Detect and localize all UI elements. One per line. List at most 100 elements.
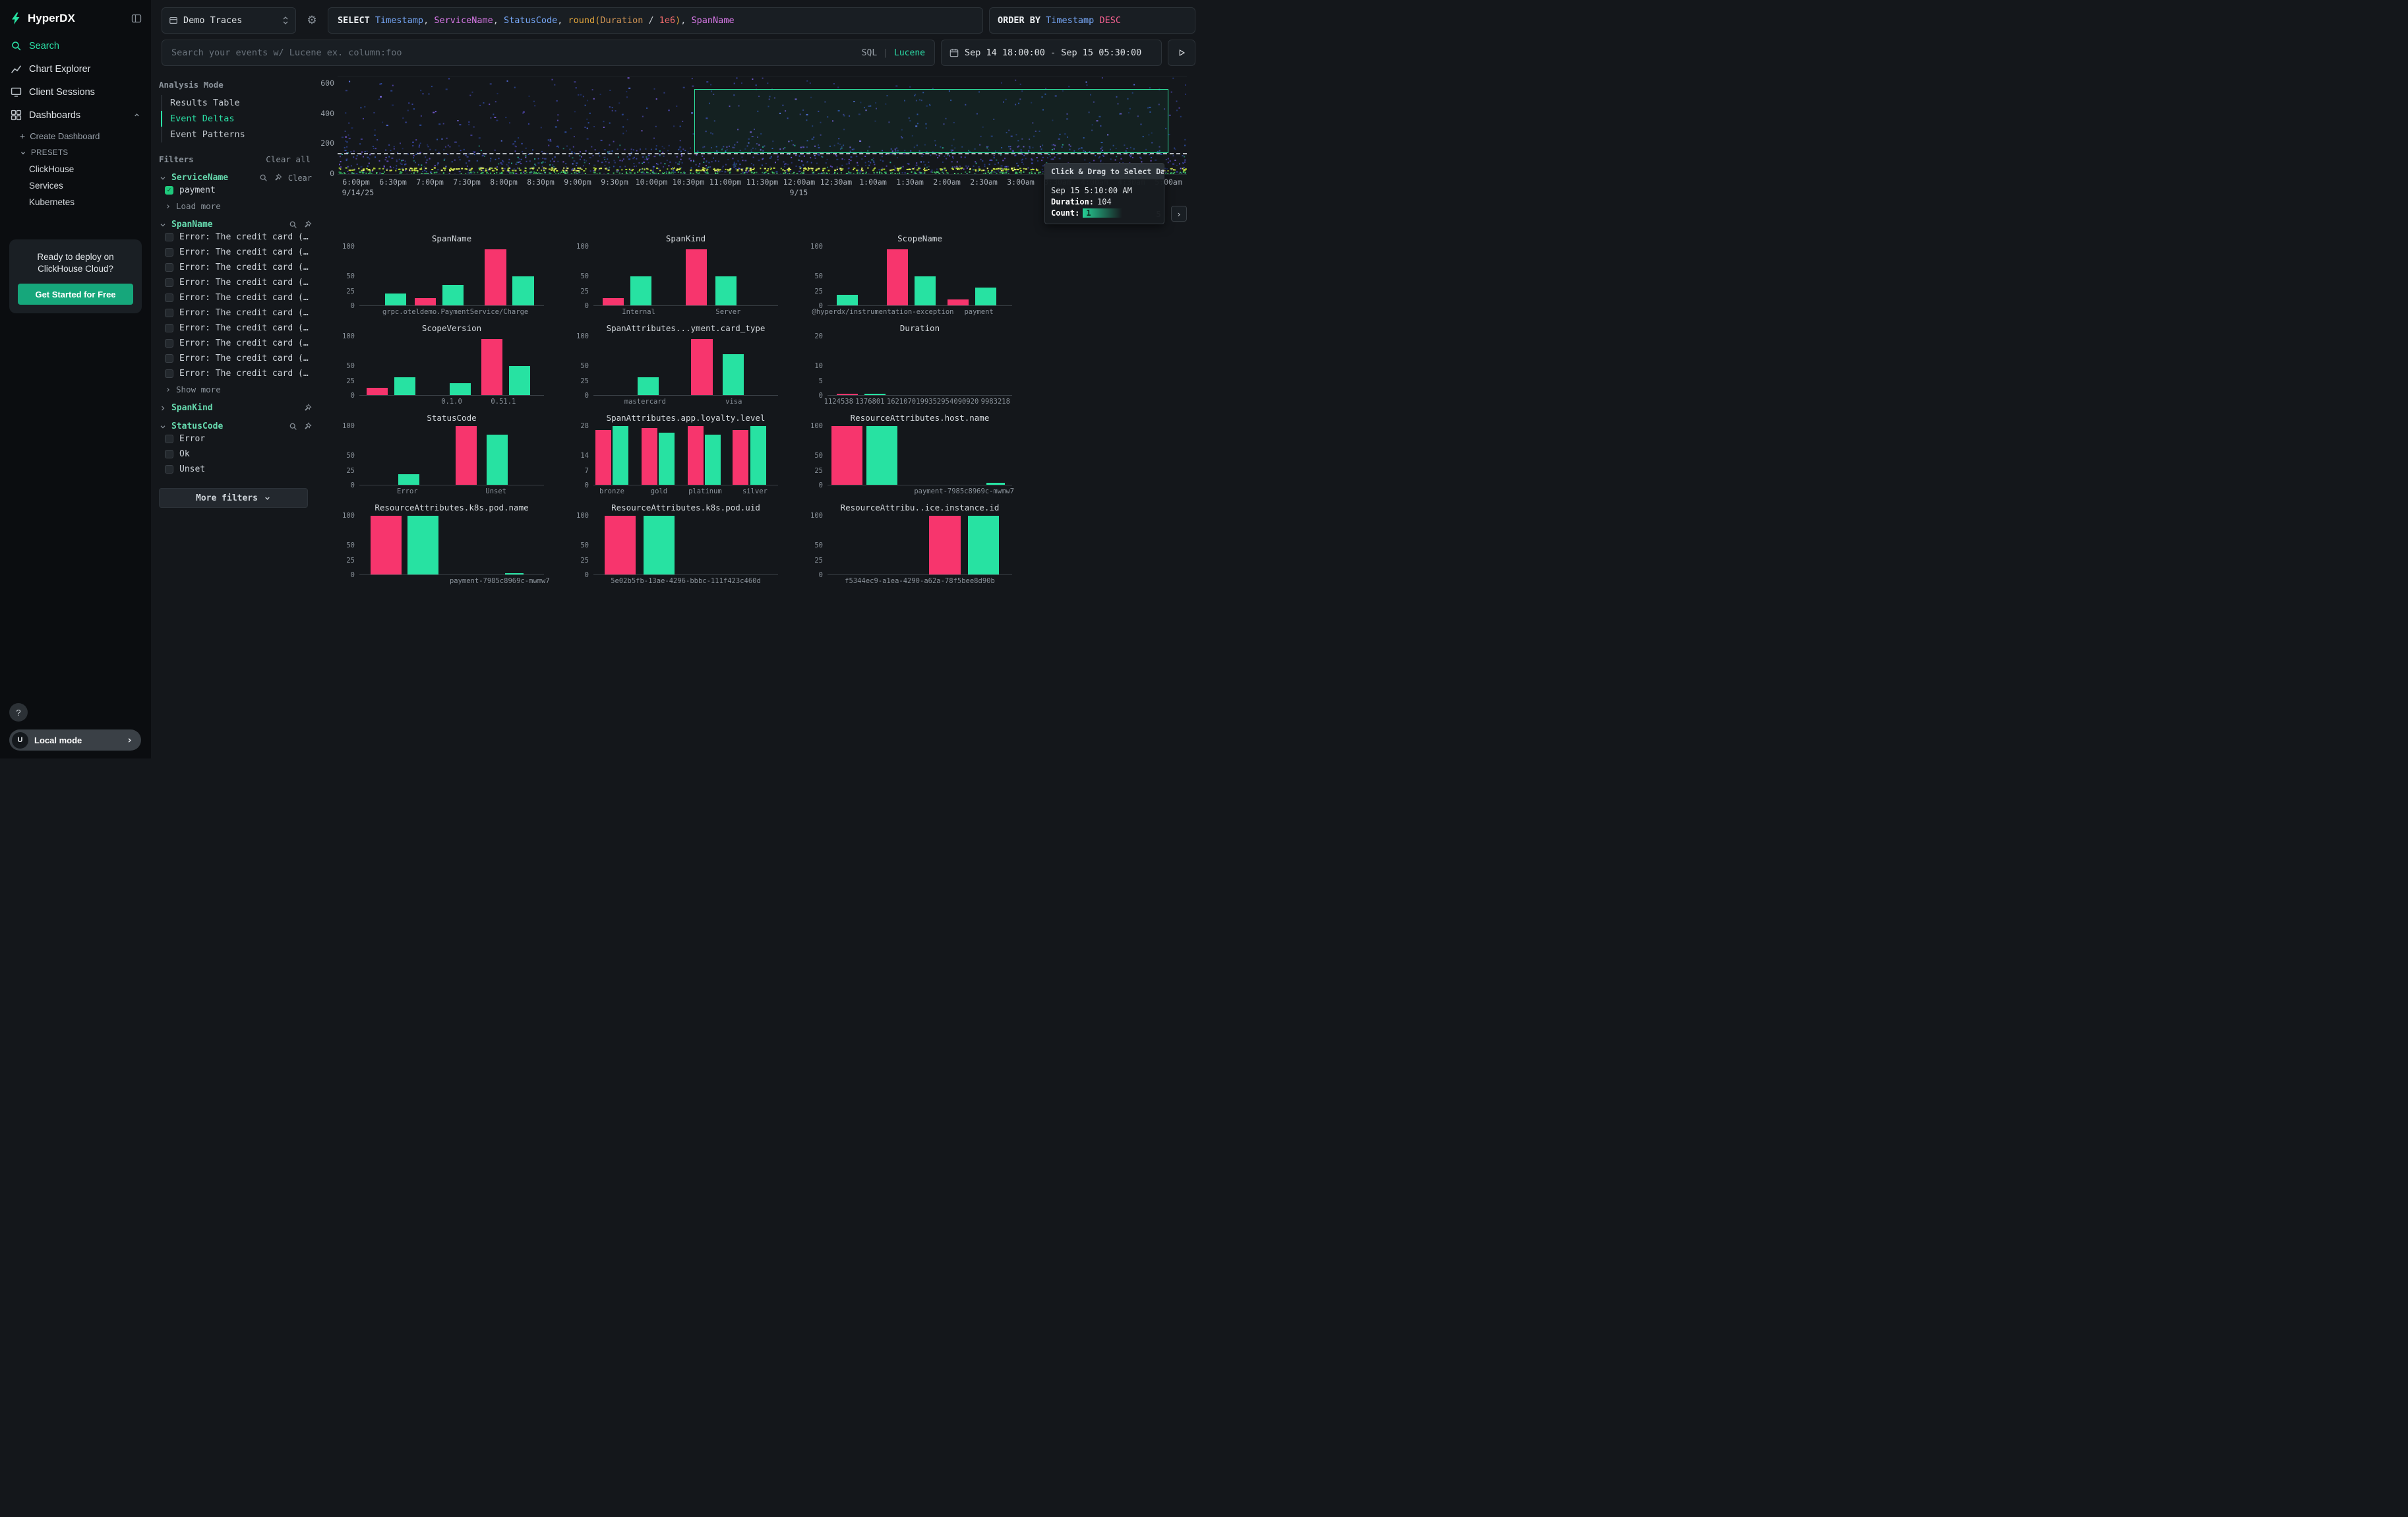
filter-checkbox-row[interactable]: Error: The credit card (… [159,275,312,290]
x-axis-tick-label: 1621070 [887,398,916,406]
checkbox[interactable] [165,263,173,272]
filter-group-header[interactable]: SpanKind [159,403,312,413]
load-more-link[interactable]: Load more [159,198,312,211]
gear-icon[interactable]: ⚙ [302,7,322,34]
filter-checkbox-row[interactable]: Error: The credit card (… [159,321,312,336]
checkbox[interactable] [165,233,173,241]
chevron-down-icon[interactable] [159,221,167,229]
mini-chart-plot[interactable]: payment-7985c8969c-mwmw7 [828,426,1012,485]
checkbox[interactable] [165,309,173,317]
local-mode-button[interactable]: U Local mode [9,729,141,751]
mini-chart-plot[interactable]: payment-7985c8969c-mwmw7 [359,516,544,575]
checkbox[interactable] [165,435,173,443]
pin-icon[interactable] [303,422,312,431]
filter-checkbox-row[interactable]: Error: The credit card (… [159,366,312,381]
sql-toggle[interactable]: SQL [862,48,877,58]
filter-group-header[interactable]: ServiceName Clear [159,173,312,183]
filter-checkbox-row[interactable]: Error: The credit card (… [159,245,312,260]
mini-chart-plot[interactable]: 0.1.00.51.1 [359,336,544,396]
load-more-link[interactable]: Show more [159,381,312,394]
get-started-button[interactable]: Get Started for Free [18,284,133,305]
search-icon[interactable] [289,422,297,431]
heatmap-plot[interactable] [338,76,1187,175]
mini-chart-body: 10050250f5344ec9-a1ea-4290-a62a-78f5bee8… [804,516,1012,575]
selection-box[interactable] [694,89,1168,153]
filter-checkbox-row[interactable]: Error: The credit card (… [159,336,312,351]
checkbox[interactable] [165,278,173,287]
clear-all-button[interactable]: Clear all [266,154,311,164]
order-by-editor[interactable]: ORDER BY Timestamp DESC [989,7,1195,34]
sidebar-item-services[interactable]: Services [0,177,151,194]
pin-icon[interactable] [274,173,282,182]
filter-checkbox-row[interactable]: Unset [159,462,312,477]
lucene-toggle[interactable]: Lucene [894,48,925,58]
filter-checkbox-row[interactable]: Error: The credit card (… [159,305,312,321]
analysis-mode-option[interactable]: Results Table [162,95,312,111]
pin-icon[interactable] [303,404,312,412]
checkbox[interactable] [165,324,173,332]
checkbox[interactable] [165,354,173,363]
mini-chart-plot[interactable]: grpc.oteldemo.PaymentService/Charge [359,247,544,306]
x-axis-tick-label: 1:30am [896,177,924,187]
mini-chart-plot[interactable]: ErrorUnset [359,426,544,485]
chevron-down-icon[interactable] [159,174,167,182]
filter-group-name: ServiceName [171,173,228,183]
mini-chart: ResourceAttribu..ice.instance.id10050250… [804,503,1012,586]
tooltip-count-value: 1 [1083,208,1125,218]
sidebar-item-clickhouse[interactable]: ClickHouse [0,161,151,177]
y-axis-tick-label: 200 [320,139,334,148]
filter-group-header[interactable]: SpanName [159,220,312,230]
next-page-button[interactable]: › [1171,206,1187,222]
more-filters-button[interactable]: More filters [159,488,308,508]
bar [733,430,748,485]
sidebar-item-dashboards[interactable]: Dashboards [0,104,151,127]
sidebar-item-kubernetes[interactable]: Kubernetes [0,194,151,210]
mini-chart-plot[interactable]: 1124538137680116210701993529540909209983… [828,336,1012,396]
search-icon[interactable] [289,220,297,229]
mini-chart-plot[interactable]: f5344ec9-a1ea-4290-a62a-78f5bee8d90b [828,516,1012,575]
y-axis-tick-label: 25 [814,467,823,475]
mini-chart-plot[interactable]: InternalServer [593,247,778,306]
checkbox[interactable] [165,465,173,474]
sidebar-item-search[interactable]: Search [0,34,151,57]
sql-query-editor[interactable]: SELECT Timestamp, ServiceName, StatusCod… [328,7,983,34]
data-source-select[interactable]: Demo Traces [162,7,296,34]
sidebar-item-chart-explorer[interactable]: Chart Explorer [0,57,151,80]
pin-icon[interactable] [303,220,312,229]
presets-toggle[interactable]: PRESETS [0,145,151,161]
create-dashboard-button[interactable]: + Create Dashboard [0,127,151,145]
filter-checkbox-row[interactable]: ✓payment [159,183,312,198]
mini-chart-plot[interactable]: @hyperdx/instrumentation-exceptionpaymen… [828,247,1012,306]
analysis-mode-option[interactable]: Event Patterns [162,127,312,142]
checkbox[interactable] [165,450,173,458]
sidebar-item-client-sessions[interactable]: Client Sessions [0,80,151,104]
date-range-picker[interactable]: Sep 14 18:00:00 - Sep 15 05:30:00 [941,40,1162,66]
sidebar-collapse-icon[interactable] [131,13,142,24]
filter-group-header[interactable]: StatusCode [159,421,312,431]
filter-checkbox-row[interactable]: Ok [159,447,312,462]
checkbox[interactable]: ✓ [165,186,173,195]
chevron-up-icon[interactable] [133,111,140,119]
checkbox[interactable] [165,339,173,348]
search-icon[interactable] [259,173,268,182]
mini-chart-y-axis: 10050250 [804,426,828,485]
chevron-down-icon[interactable] [159,423,167,431]
mini-chart-plot[interactable]: 5e02b5fb-13ae-4296-bbbc-111f423c460d [593,516,778,575]
filter-checkbox-row[interactable]: Error: The credit card (… [159,290,312,305]
search-input[interactable] [171,47,855,58]
help-button[interactable]: ? [9,703,28,722]
checkbox[interactable] [165,369,173,378]
filter-checkbox-row[interactable]: Error: The credit card (… [159,230,312,245]
checkbox[interactable] [165,248,173,257]
checkbox[interactable] [165,294,173,302]
chevron-right-icon[interactable] [159,404,167,412]
run-query-button[interactable] [1168,40,1195,66]
filter-checkbox-row[interactable]: Error: The credit card (… [159,351,312,366]
mini-chart-plot[interactable]: bronzegoldplatinumsilver [593,426,778,485]
mini-chart-plot[interactable]: mastercardvisa [593,336,778,396]
filter-checkbox-row[interactable]: Error [159,431,312,447]
bar [442,285,464,305]
filter-checkbox-row[interactable]: Error: The credit card (… [159,260,312,275]
clear-filter-button[interactable]: Clear [288,173,312,183]
analysis-mode-option[interactable]: Event Deltas [161,111,312,127]
